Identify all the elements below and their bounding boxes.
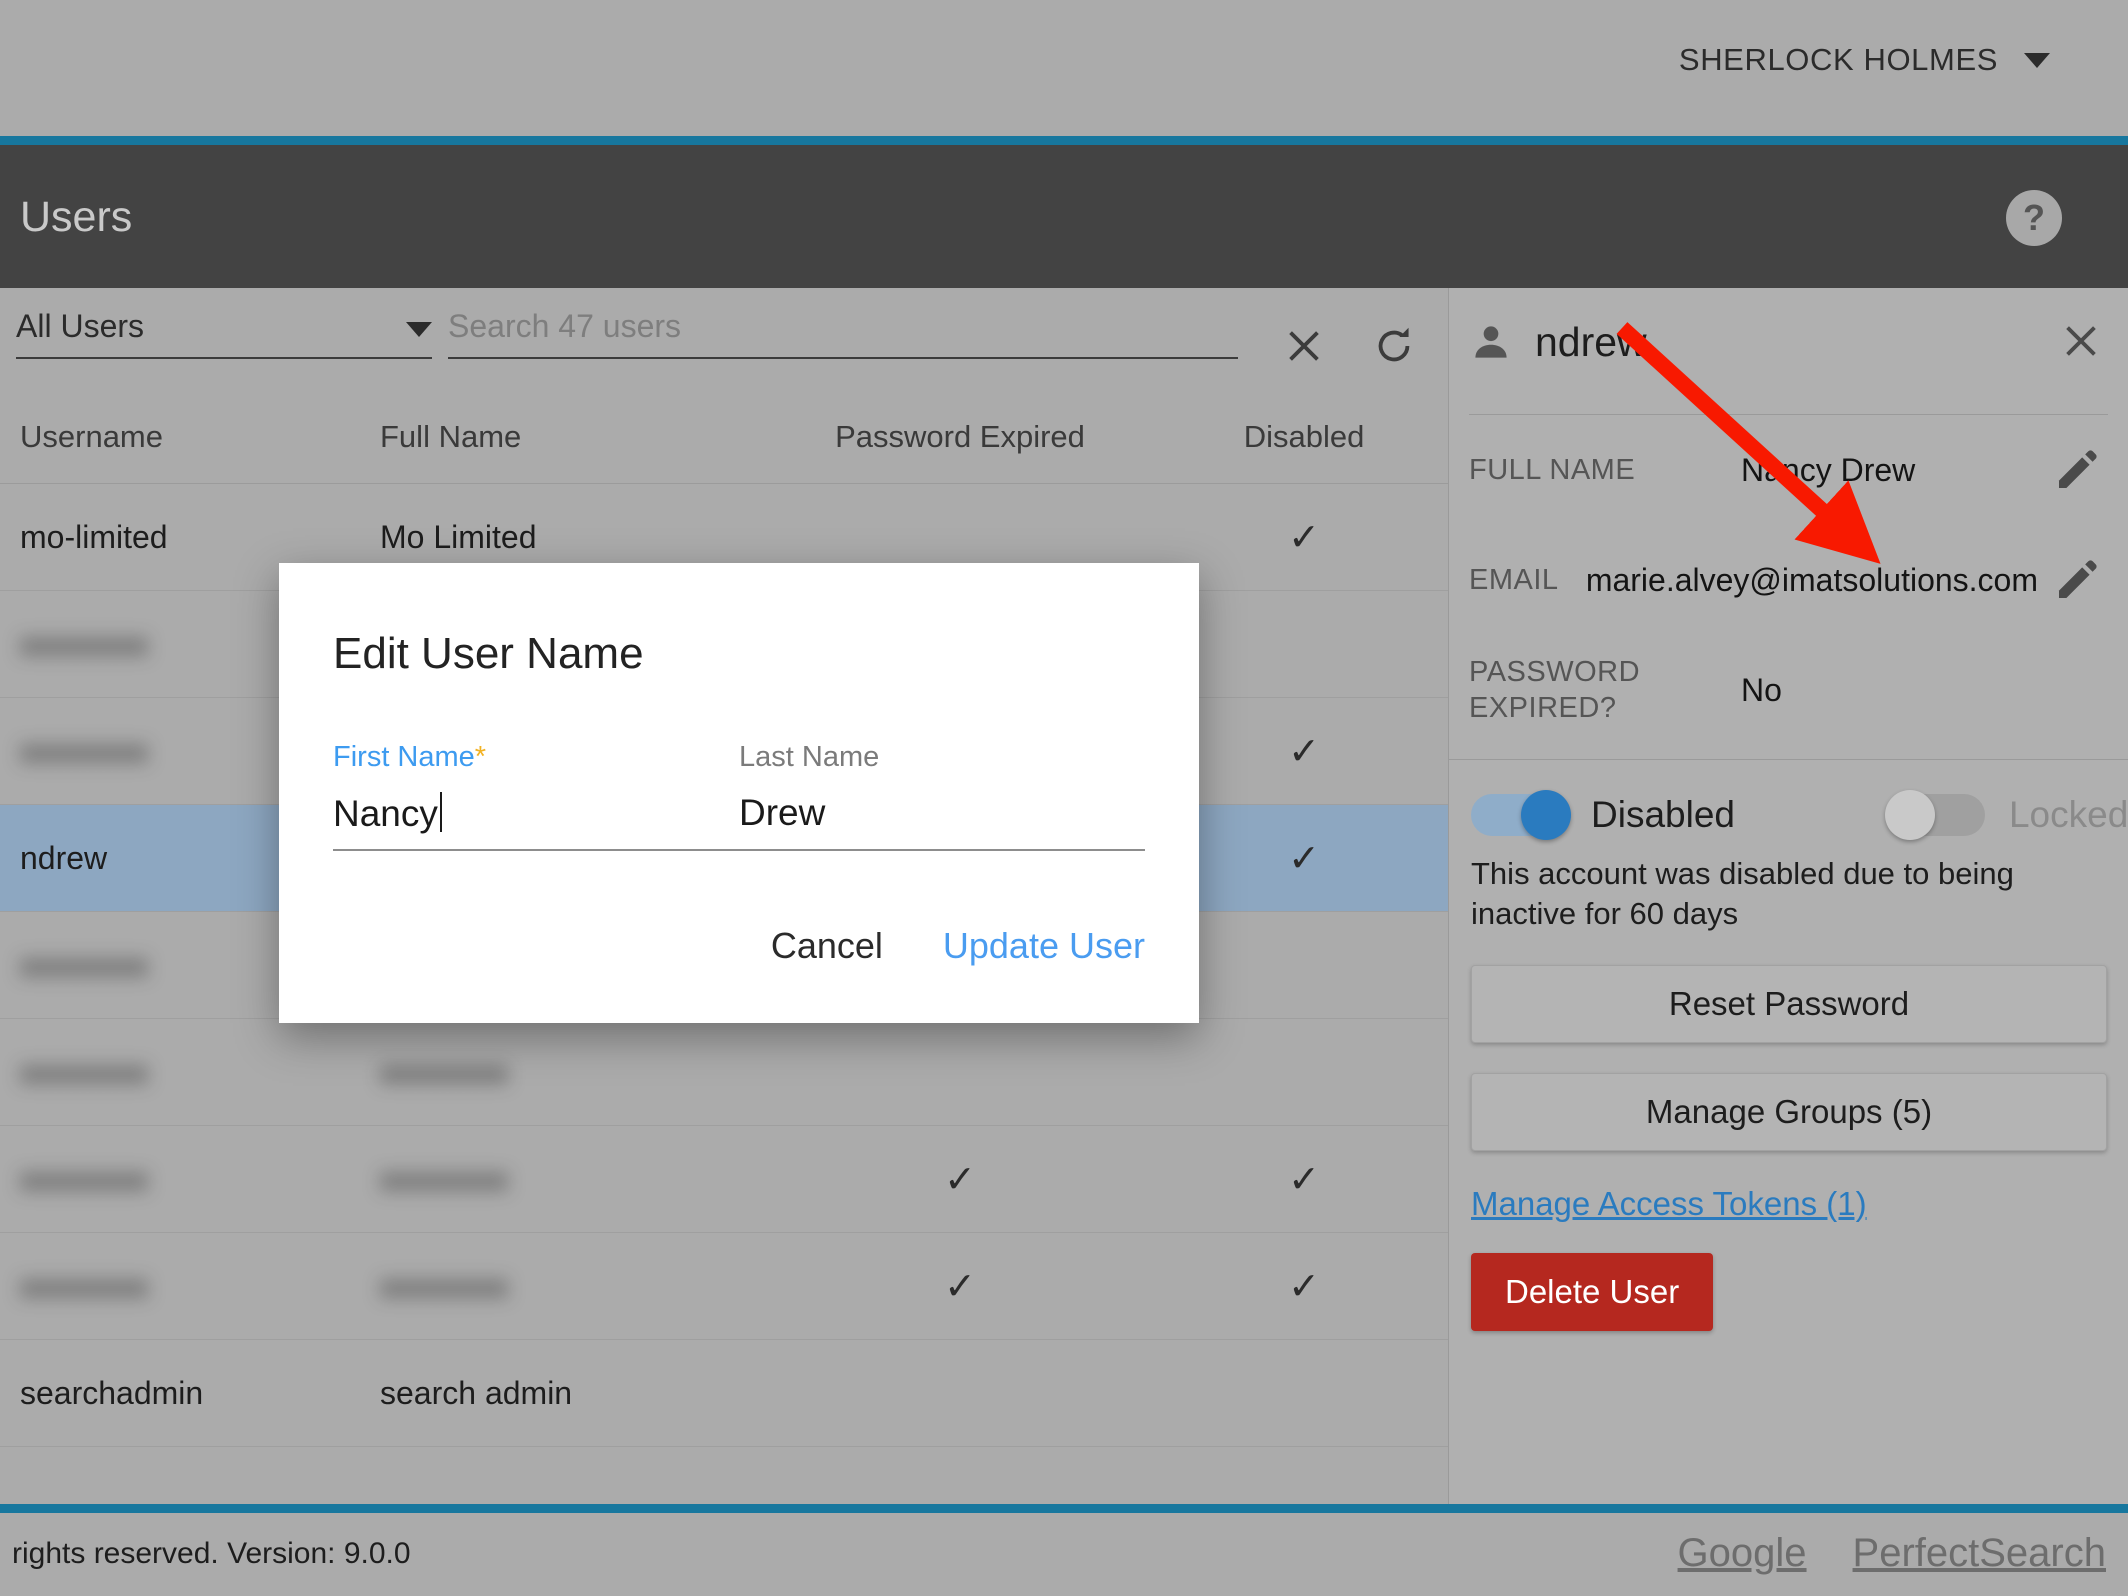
chevron-down-icon: [406, 322, 432, 337]
table-row[interactable]: xxxxxxxx xxxxxxxx ✓ ✓: [0, 1233, 1448, 1340]
person-icon: [1475, 326, 1507, 358]
clear-search-button[interactable]: [1272, 314, 1336, 378]
first-name-label: First Name*: [333, 741, 739, 774]
page-footer: rights reserved. Version: 9.0.0 Google P…: [0, 1513, 2128, 1596]
last-name-group: Last Name Drew: [739, 741, 1145, 835]
toggle-locked-track: [1884, 790, 1985, 840]
cell-password-expired: ✓: [944, 1265, 976, 1308]
toggle-disabled-track: [1471, 790, 1571, 840]
help-icon[interactable]: ?: [2006, 190, 2062, 246]
pencil-icon: [2059, 560, 2097, 598]
toggle-locked-label: Locked: [2008, 794, 2128, 835]
top-bar: SHERLOCK HOLMES: [0, 0, 2128, 136]
page-title: Users: [20, 193, 133, 241]
detail-label-full-name: FULL NAME: [1469, 453, 1636, 486]
detail-value-email: marie.alvey@imatsolutions.com: [1585, 561, 2038, 598]
cell-username: mo-limited: [20, 518, 168, 555]
accent-rule-bottom: [0, 1504, 2128, 1513]
pencil-icon: [2059, 450, 2097, 488]
last-name-label: Last Name: [739, 741, 880, 773]
detail-field-password-expired: PASSWORD EXPIRED? No: [1449, 635, 2128, 745]
required-marker: *: [474, 741, 487, 773]
cell-username: searchadmin: [20, 1374, 204, 1411]
column-header-disabled: Disabled: [1243, 419, 1365, 454]
cell-disabled: ✓: [1288, 1265, 1320, 1308]
account-menu[interactable]: SHERLOCK HOLMES: [1679, 42, 2050, 78]
page-header: Users: [0, 145, 2128, 288]
detail-field-full-name: FULL NAME Nancy Drew: [1449, 415, 2128, 525]
details-username: ndrew: [1535, 318, 1647, 365]
detail-label-email: EMAIL: [1469, 563, 1559, 596]
edit-email-button[interactable]: [2048, 551, 2106, 609]
cell-disabled: ✓: [1288, 516, 1320, 559]
toggle-disabled-label: Disabled: [1591, 794, 1735, 835]
cell-fullname: xxxxxxxx: [380, 1160, 508, 1197]
edit-user-name-dialog: Edit User Name First Name* Nancy Last Na…: [279, 563, 1199, 1023]
account-state-toggles: Disabled Locked: [1449, 760, 2128, 840]
chevron-down-icon: [2024, 52, 2050, 68]
first-name-value: Nancy: [333, 793, 438, 834]
footer-link-google[interactable]: Google: [1678, 1531, 1807, 1576]
copyright-text: rights reserved. Version: 9.0.0: [12, 1537, 411, 1570]
reset-password-button[interactable]: Reset Password: [1471, 964, 2107, 1043]
cell-fullname: Mo Limited: [380, 518, 537, 555]
cell-disabled: ✓: [1288, 837, 1320, 880]
first-name-input[interactable]: Nancy: [333, 792, 739, 835]
account-name: SHERLOCK HOLMES: [1678, 42, 1998, 77]
search-input[interactable]: Search 47 users: [448, 308, 1238, 359]
search-placeholder: Search 47 users: [448, 308, 682, 344]
first-name-group: First Name* Nancy: [333, 741, 739, 835]
cancel-button[interactable]: Cancel: [771, 925, 883, 967]
accent-rule-top: [0, 136, 2128, 145]
first-name-label-text: First Name: [333, 741, 475, 773]
close-icon: [1289, 331, 1319, 361]
refresh-button[interactable]: [1362, 314, 1426, 378]
refresh-icon: [1378, 327, 1410, 362]
cell-username: xxxxxxxx: [20, 1053, 148, 1090]
cell-username: xxxxxxxx: [20, 1160, 148, 1197]
dialog-name-fields: First Name* Nancy Last Name Drew: [333, 741, 1145, 851]
list-toolbar: All Users Search 47 users: [0, 288, 1448, 391]
cell-disabled: ✓: [1288, 730, 1320, 773]
cell-disabled: ✓: [1288, 1158, 1320, 1201]
account-disabled-note: This account was disabled due to being i…: [1471, 856, 2014, 932]
dialog-title: Edit User Name: [333, 629, 644, 678]
edit-full-name-button[interactable]: [2048, 441, 2106, 499]
table-row[interactable]: xxxxxxxx xxxxxxxx: [0, 1019, 1448, 1126]
footer-link-perfectsearch[interactable]: PerfectSearch: [1853, 1531, 2106, 1576]
column-header-password-expired: Password Expired: [835, 419, 1085, 454]
text-cursor: [439, 792, 442, 832]
toggle-locked[interactable]: Locked: [1884, 790, 2128, 840]
delete-user-button[interactable]: Delete User: [1471, 1252, 1714, 1331]
toggle-disabled[interactable]: Disabled: [1471, 790, 1735, 840]
column-header-fullname: Full Name: [380, 419, 522, 454]
details-header: ndrew: [1449, 288, 2128, 396]
manage-access-tokens-link[interactable]: Manage Access Tokens (1): [1471, 1185, 1867, 1223]
toggle-disabled-knob: [1521, 790, 1571, 840]
last-name-input[interactable]: Drew: [739, 792, 1145, 834]
table-row[interactable]: searchadmin search admin: [0, 1340, 1448, 1447]
cell-fullname: xxxxxxxx: [380, 1053, 508, 1090]
cell-fullname: search admin: [380, 1374, 573, 1411]
dialog-actions: Cancel Update User: [771, 925, 1145, 967]
user-filter-select[interactable]: All Users: [16, 308, 432, 359]
manage-groups-button[interactable]: Manage Groups (5): [1471, 1072, 2107, 1151]
table-header-row: Username Full Name Password Expired Disa…: [0, 391, 1448, 484]
cell-password-expired: ✓: [944, 1158, 976, 1201]
table-row[interactable]: xxxxxxxx xxxxxxxx ✓ ✓: [0, 1126, 1448, 1233]
cell-username: xxxxxxxx: [20, 1267, 148, 1304]
cell-fullname: xxxxxxxx: [380, 1267, 508, 1304]
close-details-button[interactable]: [2052, 312, 2110, 370]
footer-links: Google PerfectSearch: [1678, 1531, 2106, 1576]
users-admin-page: SHERLOCK HOLMES Users ? All Users Search…: [0, 0, 2128, 1596]
column-header-username: Username: [20, 419, 163, 454]
update-user-button[interactable]: Update User: [943, 925, 1145, 967]
toggle-locked-knob: [1884, 790, 1935, 840]
close-icon: [2066, 326, 2096, 356]
detail-label-password-expired: PASSWORD EXPIRED?: [1469, 655, 1641, 724]
user-details-panel: ndrew FULL NAME Nancy Drew EMAIL marie.a…: [1448, 288, 2128, 1504]
user-filter-value: All Users: [16, 308, 145, 344]
detail-field-email: EMAIL marie.alvey@imatsolutions.com: [1449, 525, 2128, 635]
detail-value-password-expired: No: [1741, 671, 1782, 708]
